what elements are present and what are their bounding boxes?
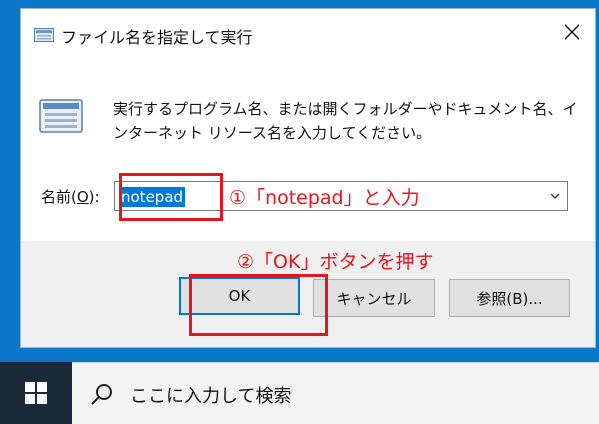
annotation-step1: ①「notepad」と入力 bbox=[229, 187, 420, 209]
taskbar-search-box[interactable]: ここに入力して検索 bbox=[72, 362, 599, 424]
close-button[interactable] bbox=[549, 9, 595, 55]
annotation-step2: ②「OK」ボタンを押す bbox=[237, 251, 434, 273]
dialog-title: ファイル名を指定して実行 bbox=[61, 28, 253, 47]
chevron-down-icon[interactable] bbox=[549, 190, 561, 202]
search-icon bbox=[91, 384, 112, 405]
cancel-button[interactable]: キャンセル bbox=[313, 279, 435, 317]
search-placeholder: ここに入力して検索 bbox=[130, 386, 292, 407]
annotation-box-input bbox=[119, 173, 223, 221]
close-icon bbox=[564, 24, 580, 40]
title-bar[interactable]: ファイル名を指定して実行 bbox=[21, 9, 595, 55]
browse-button[interactable]: 参照(B)... bbox=[449, 279, 570, 317]
name-label: 名前(O): bbox=[41, 188, 100, 206]
run-dialog: ファイル名を指定して実行 実行するプログラム名、または開くフォルダーやドキュメン… bbox=[20, 8, 596, 348]
annotation-box-ok bbox=[189, 274, 328, 336]
dialog-description: 実行するプログラム名、または開くフォルダーやドキュメント名、インターネット リソ… bbox=[113, 100, 578, 142]
taskbar: ここに入力して検索 bbox=[0, 362, 599, 424]
windows-logo-icon bbox=[25, 382, 47, 404]
run-app-icon bbox=[34, 27, 54, 42]
run-program-icon bbox=[39, 99, 83, 133]
start-button[interactable] bbox=[0, 362, 72, 424]
